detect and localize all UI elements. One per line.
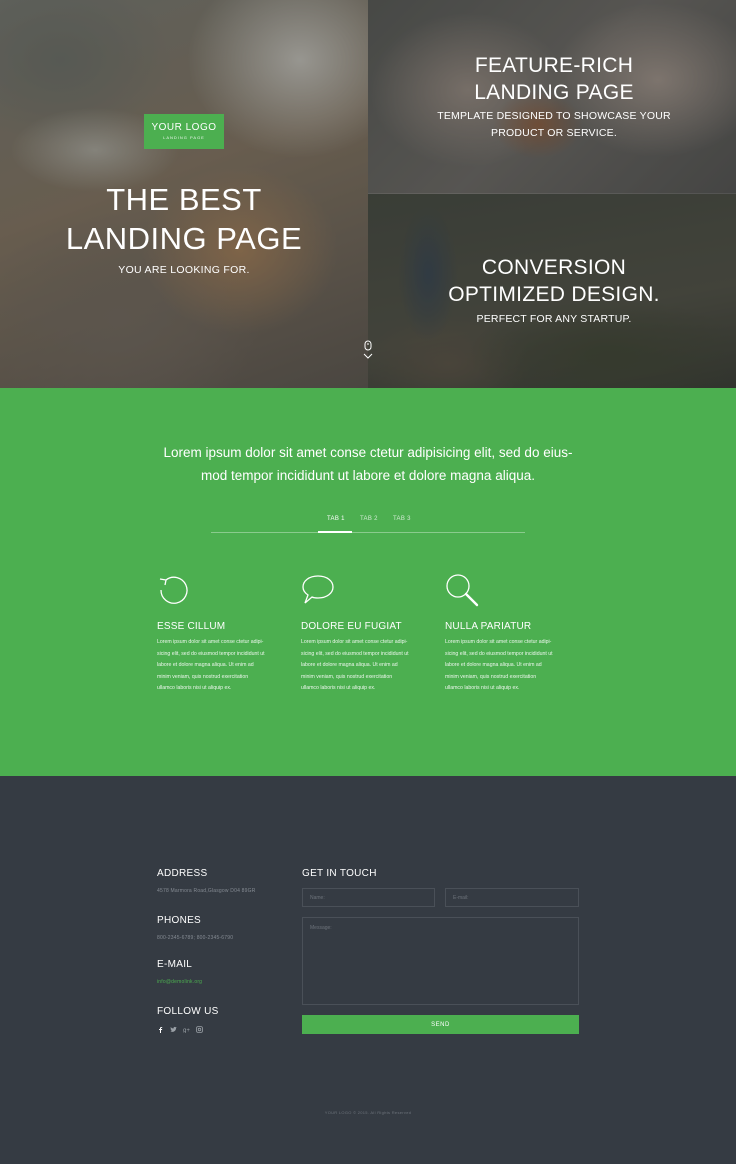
- intro-text: Lorem ipsum dolor sit amet conse ctetur …: [160, 441, 576, 487]
- feature-rich-subtitle-line2: PRODUCT OR SERVICE.: [491, 127, 617, 139]
- feature-desc-line: ullamco laboris nisi ut aliquip ex.: [157, 685, 232, 692]
- google-plus-icon[interactable]: g+: [183, 1026, 190, 1034]
- phones-label: PHONES: [157, 915, 202, 926]
- search-icon: [446, 574, 479, 607]
- email-block: E-MAIL info@demolink.org: [157, 959, 202, 985]
- hero-main-panel: YOUR LOGO LANDING PAGE THE BEST LANDING …: [0, 0, 368, 388]
- contact-section: ADDRESS 4578 Marmora Road,Glasgow D04 89…: [0, 776, 736, 1164]
- intro-line2: mod tempor incididunt ut labore et dolor…: [201, 468, 535, 483]
- contact-form-title: GET IN TOUCH: [302, 868, 377, 879]
- conversion-panel: CONVERSION OPTIMIZED DESIGN. PERFECT FOR…: [368, 194, 736, 388]
- logo-text: YOUR LOGO: [151, 122, 217, 133]
- feature-rich-panel: FEATURE-RICH LANDING PAGE TEMPLATE DESIG…: [368, 0, 736, 194]
- feature-description: Lorem ipsum dolor sit amet conse ctetur …: [301, 637, 429, 695]
- facebook-icon[interactable]: [157, 1026, 164, 1033]
- hero-subtitle: YOU ARE LOOKING FOR.: [118, 264, 250, 276]
- feature-desc-line: labore et dolore magna aliqua. Ut enim a…: [157, 662, 254, 669]
- feature-desc-line: minim veniam, quis nostrud exercitation: [301, 673, 393, 680]
- feature-desc-line: minim veniam, quis nostrud exercitation: [445, 673, 537, 680]
- message-field[interactable]: [302, 917, 579, 1005]
- follow-label: FOLLOW US: [157, 1006, 219, 1017]
- social-links: g+: [157, 1026, 219, 1034]
- chat-bubble-icon: [302, 575, 334, 604]
- email-field[interactable]: [445, 888, 579, 907]
- logo[interactable]: YOUR LOGO LANDING PAGE: [144, 114, 224, 149]
- phones-value: 800-2345-6789; 800-2345-6790: [157, 935, 234, 941]
- feature-rich-title-line2: LANDING PAGE: [474, 81, 634, 104]
- feature-desc-line: sicing elit, sed do eiusmod tempor incid…: [445, 650, 553, 657]
- hero-title: THE BEST LANDING PAGE: [0, 180, 368, 258]
- feature-description: Lorem ipsum dolor sit amet conse ctetur …: [445, 637, 573, 695]
- tab-1[interactable]: TAB 1: [327, 516, 345, 522]
- follow-block: FOLLOW US g+: [157, 1006, 219, 1034]
- address-label: ADDRESS: [157, 868, 208, 879]
- copyright-text: YOUR LOGO © 2015. All Rights Reserved: [324, 1110, 412, 1115]
- tab-2[interactable]: TAB 2: [360, 516, 378, 522]
- address-block: ADDRESS 4578 Marmora Road,Glasgow D04 89…: [157, 868, 256, 894]
- conversion-title-line1: CONVERSION: [481, 256, 627, 279]
- feature-desc-line: labore et dolore magna aliqua. Ut enim a…: [445, 662, 542, 669]
- twitter-icon[interactable]: [170, 1026, 177, 1033]
- conversion-title-line2: OPTIMIZED DESIGN.: [448, 283, 660, 306]
- svg-text:g+: g+: [183, 1028, 190, 1033]
- hero-title-line2: LANDING PAGE: [65, 221, 303, 256]
- feature-desc-line: ullamco laboris nisi ut aliquip ex.: [301, 685, 376, 692]
- panel-divider: [368, 193, 736, 194]
- feature-desc-line: Lorem ipsum dolor sit amet conse ctetur …: [157, 639, 264, 645]
- phones-block: PHONES 800-2345-6789; 800-2345-6790: [157, 915, 233, 941]
- name-field[interactable]: [302, 888, 435, 907]
- feature-desc-line: Lorem ipsum dolor sit amet conse ctetur …: [301, 639, 408, 645]
- tab-bar: TAB 1 TAB 2 TAB 3: [211, 508, 525, 533]
- features-section: Lorem ipsum dolor sit amet conse ctetur …: [0, 388, 736, 776]
- feature-card-3: NULLA PARIATUR Lorem ipsum dolor sit ame…: [445, 573, 573, 695]
- hero-title-line1: THE BEST: [106, 182, 262, 217]
- feature-title: ESSE CILLUM: [157, 621, 226, 632]
- email-link[interactable]: info@demolink.org: [157, 979, 202, 985]
- logo-tagline: LANDING PAGE: [163, 135, 205, 140]
- feature-desc-line: sicing elit, sed do eiusmod tempor incid…: [157, 650, 265, 657]
- feature-title: DOLORE EU FUGIAT: [301, 621, 402, 632]
- email-label: E-MAIL: [157, 959, 193, 970]
- feature-rich-subtitle-line1: TEMPLATE DESIGNED TO SHOWCASE YOUR: [437, 110, 671, 122]
- send-button[interactable]: SEND: [302, 1015, 579, 1034]
- feature-desc-line: ullamco laboris nisi ut aliquip ex.: [445, 685, 520, 692]
- feature-rich-title-line1: FEATURE-RICH: [474, 54, 634, 77]
- feature-rich-title: FEATURE-RICH LANDING PAGE: [368, 52, 736, 106]
- feature-card-1: ESSE CILLUM Lorem ipsum dolor sit amet c…: [157, 573, 285, 695]
- address-value: 4578 Marmora Road,Glasgow D04 89GR: [157, 888, 256, 894]
- tab-3[interactable]: TAB 3: [393, 516, 411, 522]
- feature-description: Lorem ipsum dolor sit amet conse ctetur …: [157, 637, 285, 695]
- mouse-scroll-icon[interactable]: [362, 340, 374, 362]
- conversion-title: CONVERSION OPTIMIZED DESIGN.: [368, 254, 736, 308]
- feature-desc-line: Lorem ipsum dolor sit amet conse ctetur …: [445, 639, 552, 645]
- feature-desc-line: labore et dolore magna aliqua. Ut enim a…: [301, 662, 398, 669]
- intro-line1: Lorem ipsum dolor sit amet conse ctetur …: [163, 445, 573, 460]
- instagram-icon[interactable]: [196, 1026, 203, 1033]
- active-tab-indicator: [318, 531, 352, 533]
- feature-desc-line: minim veniam, quis nostrud exercitation: [157, 673, 249, 680]
- hero-section: YOUR LOGO LANDING PAGE THE BEST LANDING …: [0, 0, 736, 388]
- feature-title: NULLA PARIATUR: [445, 621, 532, 632]
- refresh-icon: [159, 576, 188, 604]
- conversion-subtitle: PERFECT FOR ANY STARTUP.: [476, 313, 632, 325]
- feature-rich-subtitle: TEMPLATE DESIGNED TO SHOWCASE YOUR PRODU…: [368, 108, 736, 142]
- feature-desc-line: sicing elit, sed do eiusmod tempor incid…: [301, 650, 409, 657]
- feature-card-2: DOLORE EU FUGIAT Lorem ipsum dolor sit a…: [301, 573, 429, 695]
